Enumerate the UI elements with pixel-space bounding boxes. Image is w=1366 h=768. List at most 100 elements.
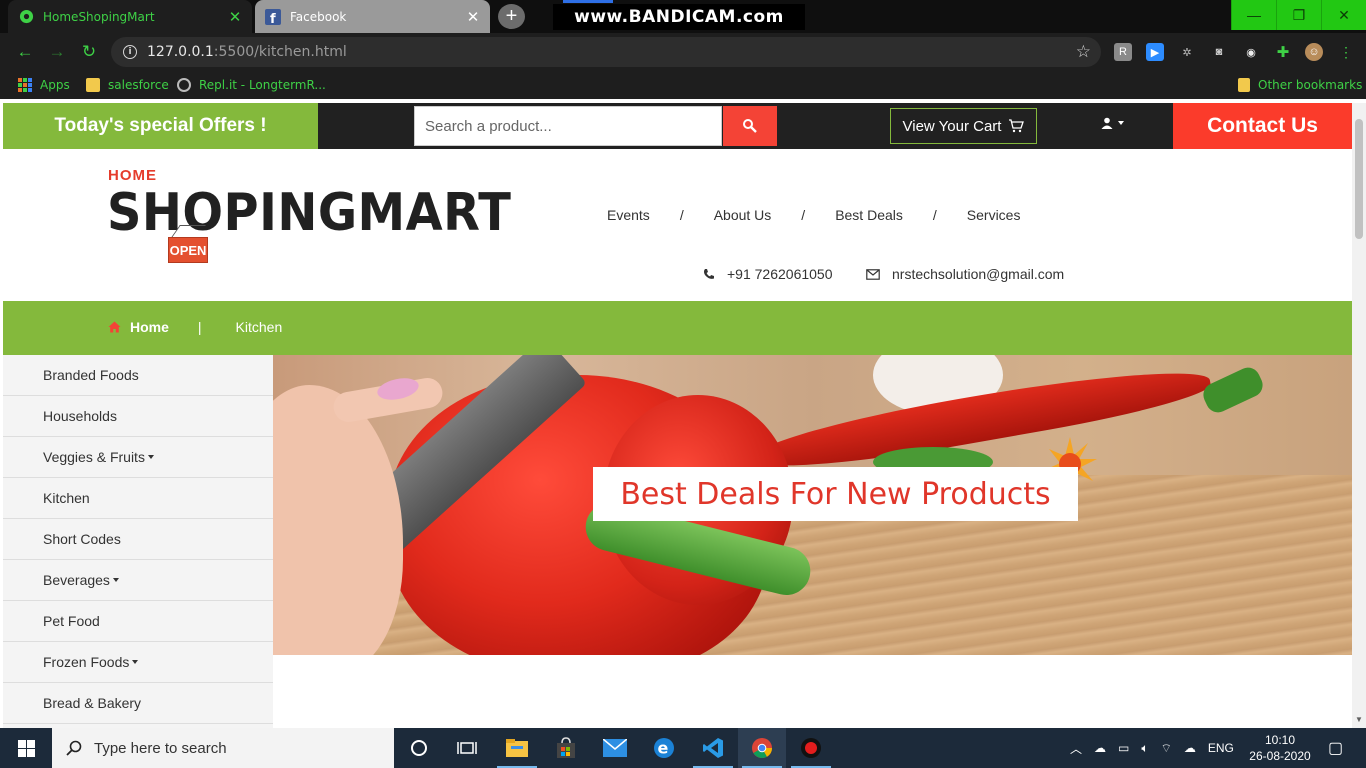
clock-time: 10:10 [1264, 733, 1296, 747]
nav-services[interactable]: Services [967, 207, 1021, 223]
sidebar-item-short-codes[interactable]: Short Codes [3, 519, 273, 560]
sidebar-item-frozen-foods[interactable]: Frozen Foods [3, 642, 273, 683]
email-address[interactable]: nrstechsolution@gmail.com [892, 266, 1064, 282]
nav-events[interactable]: Events [607, 207, 650, 223]
new-tab-button[interactable]: + [498, 4, 525, 29]
scroll-down-arrow-icon[interactable]: ▼ [1355, 715, 1363, 724]
battery-icon[interactable]: ▭ [1118, 741, 1129, 755]
sidebar-item-kitchen[interactable]: Kitchen [3, 478, 273, 519]
mail-icon[interactable] [591, 728, 639, 768]
puzzle-extensions-icon[interactable]: ✚ [1274, 43, 1292, 61]
volume-icon[interactable]: 🔈︎ [1141, 741, 1148, 756]
svg-text:e: e [658, 739, 669, 758]
apps-grid-icon [18, 78, 32, 92]
close-window-button[interactable]: ✕ [1321, 0, 1366, 30]
cart-label: View Your Cart [902, 117, 1002, 135]
cart-icon [1009, 119, 1025, 133]
view-cart-button[interactable]: View Your Cart [890, 108, 1037, 144]
folder-icon [1238, 78, 1250, 92]
sidebar-item-label: Veggies & Fruits [43, 449, 145, 465]
chevron-down-icon [112, 578, 119, 582]
profile-avatar[interactable]: ☺ [1305, 43, 1323, 61]
tray-chevron-up-icon[interactable]: ︿ [1070, 740, 1082, 757]
breadcrumb-home[interactable]: Home [130, 319, 169, 335]
product-search-input[interactable]: Search a product... [414, 106, 722, 146]
tab-title: Facebook [290, 9, 347, 24]
nav-best-deals[interactable]: Best Deals [835, 207, 903, 223]
weather-cloud-icon[interactable]: ☁ [1184, 741, 1196, 755]
open-sign: OPEN [168, 237, 208, 263]
file-explorer-icon[interactable] [493, 728, 541, 768]
scrollbar-thumb[interactable] [1355, 119, 1363, 239]
bug-extension-icon[interactable]: ✲ [1178, 43, 1196, 61]
logo-home-label[interactable]: HOME [108, 167, 157, 184]
banner-headline: Best Deals For New Products [593, 467, 1078, 521]
phone-number[interactable]: +91 7262061050 [727, 266, 833, 282]
restore-button[interactable]: ❐ [1276, 0, 1321, 30]
sidebar-item-beverages[interactable]: Beverages [3, 560, 273, 601]
nav-about-us[interactable]: About Us [714, 207, 772, 223]
task-view-icon[interactable] [443, 728, 491, 768]
search-icon [66, 740, 82, 756]
chrome-menu-icon[interactable]: ⋮ [1337, 43, 1355, 61]
search-icon [743, 119, 757, 133]
input-language[interactable]: ENG [1208, 741, 1234, 755]
bookmark-star-icon[interactable]: ☆ [1076, 42, 1091, 62]
address-bar[interactable]: i 127.0.0.1:5500/kitchen.html ☆ [111, 37, 1101, 67]
special-offers-link[interactable]: Today's special Offers ! [3, 103, 318, 149]
vscode-icon[interactable] [689, 728, 737, 768]
reload-icon[interactable]: ↻ [78, 41, 100, 63]
site-info-icon[interactable]: i [123, 45, 137, 59]
camera-extension-icon[interactable]: ◙ [1210, 43, 1228, 61]
user-menu-button[interactable] [1101, 117, 1124, 129]
notifications-icon[interactable]: ▢ [1328, 728, 1343, 768]
back-arrow-icon[interactable]: ← [14, 41, 36, 63]
close-tab-icon[interactable]: ✕ [466, 8, 480, 26]
tab-facebook[interactable]: f Facebook ✕ [255, 0, 490, 33]
contact-us-button[interactable]: Contact Us [1173, 103, 1352, 149]
sidebar-item-bread-bakery[interactable]: Bread & Bakery [3, 683, 273, 724]
phone-contact: +91 7262061050 [703, 266, 833, 282]
extension-r-icon[interactable]: R [1114, 43, 1132, 61]
taskbar-clock[interactable]: 10:10 26-08-2020 [1244, 732, 1316, 764]
system-tray: ︿ ☁ ▭ 🔈︎ ⌔ ☁ ENG [1070, 728, 1234, 768]
bookmark-apps[interactable]: Apps [18, 76, 70, 94]
sidebar-item-label: Kitchen [43, 490, 90, 506]
bookmark-other[interactable]: Other bookmarks [1238, 76, 1362, 94]
sidebar-item-veggies-fruits[interactable]: Veggies & Fruits [3, 437, 273, 478]
bookmark-salesforce[interactable]: salesforce [86, 76, 169, 94]
breadcrumb-current: Kitchen [235, 319, 283, 335]
record-extension-icon[interactable]: ◉ [1242, 43, 1260, 61]
page-scrollbar[interactable]: ▼ [1352, 103, 1366, 728]
nav-separator: / [801, 207, 806, 223]
chevron-down-icon [147, 455, 154, 459]
svg-text:f: f [270, 12, 276, 25]
site-logo[interactable]: SHOPINGMART [107, 183, 511, 243]
home-icon [108, 321, 121, 333]
sidebar-item-label: Pet Food [43, 613, 100, 629]
chrome-app-icon[interactable] [738, 728, 786, 768]
minimize-button[interactable]: — [1231, 0, 1276, 30]
window-controls: — ❐ ✕ [1231, 0, 1366, 30]
network-icon[interactable]: ⌔ [1161, 741, 1172, 756]
search-button[interactable] [723, 106, 777, 146]
windows-taskbar: Type here to search e ︿ ☁ ▭ 🔈︎ ⌔ ☁ ENG 1… [0, 728, 1366, 768]
store-icon[interactable] [542, 728, 590, 768]
sidebar-item-households[interactable]: Households [3, 396, 273, 437]
sidebar-item-branded-foods[interactable]: Branded Foods [3, 355, 273, 396]
zoom-extension-icon[interactable]: ▶ [1146, 43, 1164, 61]
edge-browser-icon[interactable]: e [640, 728, 688, 768]
forward-arrow-icon[interactable]: → [46, 41, 68, 63]
sidebar-item-label: Frozen Foods [43, 654, 130, 670]
onedrive-icon[interactable]: ☁ [1094, 741, 1106, 755]
start-button[interactable] [0, 728, 52, 768]
browser-tab-strip: HomeShopingMart ✕ f Facebook ✕ + www.BAN… [0, 0, 1366, 33]
bandicam-app-icon[interactable] [787, 728, 835, 768]
tab-homeshopingmart[interactable]: HomeShopingMart ✕ [8, 0, 252, 33]
close-tab-icon[interactable]: ✕ [228, 8, 242, 26]
sidebar-item-pet-food[interactable]: Pet Food [3, 601, 273, 642]
bookmark-replit[interactable]: Repl.it - LongtermR... [177, 76, 326, 94]
bookmark-label: Repl.it - LongtermR... [199, 78, 326, 92]
taskbar-search-box[interactable]: Type here to search [52, 728, 394, 768]
cortana-icon[interactable] [395, 728, 443, 768]
